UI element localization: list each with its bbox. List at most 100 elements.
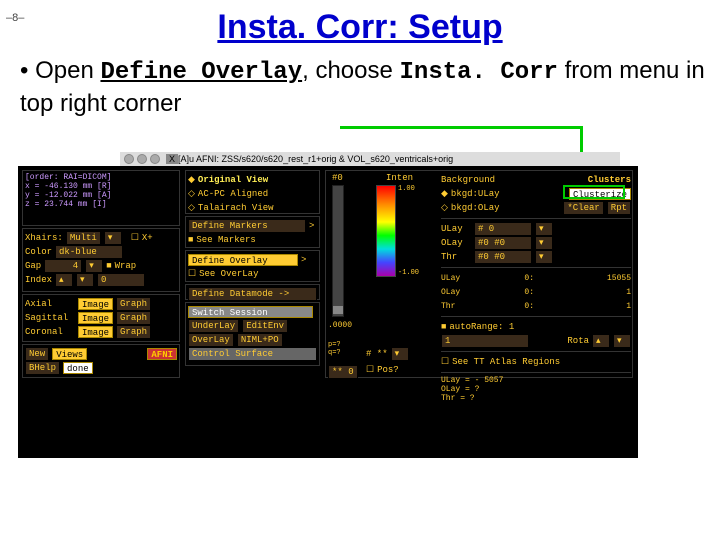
bhelp-btn[interactable]: BHelp: [25, 361, 60, 375]
window-titlebar: X [A]u AFNI: ZSS/s620/s620_rest_r1+orig …: [120, 152, 620, 166]
thr-lbl: Thr: [441, 252, 471, 262]
xplus-label: X+: [142, 233, 153, 243]
index-value[interactable]: 0: [97, 273, 145, 287]
olay-eq: OLay = ?: [441, 385, 631, 394]
define-overlay-btn[interactable]: Define Overlay: [188, 254, 298, 266]
sag-graph-btn[interactable]: Graph: [116, 311, 151, 325]
bg-label: Background: [441, 175, 495, 185]
color-label: Color: [25, 247, 52, 257]
gap-arrow[interactable]: ▾: [85, 259, 103, 273]
olay-sel[interactable]: #0 #0: [474, 236, 532, 250]
bullet-text: • Open Define Overlay, choose Insta. Cor…: [20, 55, 706, 119]
overlay-panel: Define Overlay > ☐See OverLay: [185, 250, 320, 282]
define-markers-btn[interactable]: Define Markers: [188, 219, 306, 233]
see-overlay[interactable]: See OverLay: [199, 269, 258, 279]
nimlpo-btn[interactable]: NIML+PO: [237, 333, 283, 347]
autorange[interactable]: autoRange: 1: [449, 322, 514, 332]
afni-gui: [order: RAI=DICOM] x = -46.130 mm [R] y …: [18, 166, 638, 458]
x-coord: x = -46.130 mm [R]: [25, 182, 177, 191]
coords-panel: [order: RAI=DICOM] x = -46.130 mm [R] y …: [22, 170, 180, 226]
multi-btn[interactable]: Multi: [66, 231, 101, 245]
gap-value[interactable]: 4: [44, 259, 82, 273]
orig-view[interactable]: Original View: [198, 175, 268, 185]
thr-slider[interactable]: [332, 185, 344, 317]
rpt-btn[interactable]: Rpt: [607, 201, 631, 215]
range-field[interactable]: 1: [441, 334, 529, 348]
window-x-icon: X: [166, 154, 178, 164]
xhairs-panel: Xhairs: Multi ▾ ☐ X+ Color dk-blue Gap 4…: [22, 228, 180, 292]
atlas-label[interactable]: See TT Atlas Regions: [452, 357, 560, 367]
sharp0-label: #0: [332, 173, 343, 183]
hash-label: # **: [366, 349, 388, 359]
see-markers[interactable]: See Markers: [196, 235, 255, 245]
editenv-btn[interactable]: EditEnv: [242, 319, 288, 333]
define-overlay-term: Define Overlay: [100, 59, 302, 86]
arrow-dn-icon[interactable]: ▾: [104, 231, 122, 245]
n10000: .0000: [328, 321, 352, 330]
colorbar-top: 1.00: [398, 185, 415, 193]
clusters-label: Clusters: [588, 175, 631, 185]
sag-image-btn[interactable]: Image: [78, 312, 113, 324]
axial-label: Axial: [25, 299, 75, 309]
sagittal-label: Sagittal: [25, 313, 75, 323]
bkgd-ulay[interactable]: bkgd:ULay: [451, 189, 500, 199]
bkgd-olay[interactable]: bkgd:OLay: [451, 203, 500, 213]
overlay-def-panel: #0 Inten 1.00 -1.00 .0000 p=? q=? ** 0 #…: [325, 170, 633, 378]
colorbar: [376, 185, 396, 277]
view-panel: Axial Image Graph Sagittal Image Graph C…: [22, 294, 180, 342]
tlrc-view[interactable]: Talairach View: [198, 203, 274, 213]
clear-btn[interactable]: *Clear: [563, 201, 603, 215]
pq-text: p=? q=?: [328, 341, 341, 357]
max-dot: [150, 154, 160, 164]
afni-logo: AFNI: [147, 348, 177, 360]
z0-btn[interactable]: ** 0: [328, 365, 358, 379]
ctrlsurf-btn[interactable]: Control Surface: [188, 347, 317, 361]
y-coord: y = -12.022 mm [A]: [25, 191, 177, 200]
views-btn[interactable]: Views: [52, 348, 87, 360]
slide-title: Insta. Corr: Setup: [0, 8, 720, 47]
window-dots: [124, 154, 160, 164]
gap-label: Gap: [25, 261, 41, 271]
acpc-view[interactable]: AC-PC Aligned: [198, 189, 268, 199]
z-coord: z = 23.744 mm [I]: [25, 200, 177, 209]
idx-up[interactable]: ▴: [55, 273, 73, 287]
thr-sel[interactable]: #0 #0: [474, 250, 532, 264]
pos-label[interactable]: Pos?: [377, 365, 399, 375]
idx-dn[interactable]: ▾: [76, 273, 94, 287]
n15055: 15055: [607, 274, 631, 283]
inten-label: Inten: [386, 173, 413, 183]
olay-lbl: OLay: [441, 238, 471, 248]
ulay-eq: ULay = - 5057: [441, 376, 631, 385]
datamode-panel: Define Datamode ->: [185, 284, 320, 300]
arrow-horizontal: [340, 126, 583, 129]
axial-image-btn[interactable]: Image: [78, 298, 113, 310]
markers-panel: Define Markers > ■See Markers: [185, 216, 320, 248]
min-dot: [137, 154, 147, 164]
index-label: Index: [25, 275, 52, 285]
close-dot: [124, 154, 134, 164]
coronal-label: Coronal: [25, 327, 75, 337]
axial-graph-btn[interactable]: Graph: [116, 297, 151, 311]
dkblue-btn[interactable]: dk-blue: [55, 245, 123, 259]
switch-session-btn[interactable]: Switch Session: [188, 306, 313, 318]
done-btn[interactable]: done: [63, 362, 93, 374]
rota-label: Rota: [567, 336, 589, 346]
overlay-btn[interactable]: OverLay: [188, 333, 234, 347]
thr-eq: Thr = ?: [441, 394, 631, 403]
session-panel: Switch Session UnderLay EditEnv OverLay …: [185, 302, 320, 366]
ulay-sel[interactable]: # 0: [474, 222, 532, 236]
colorbar-bot: -1.00: [398, 269, 419, 277]
page-number: –8–: [6, 12, 24, 24]
order-label: [order: RAI=DICOM]: [25, 173, 177, 182]
bottom-left-panel: New Views AFNI BHelp done: [22, 344, 180, 378]
ulay-lbl: ULay: [441, 224, 471, 234]
datamode-btn[interactable]: Define Datamode ->: [188, 287, 317, 301]
underlay-btn[interactable]: UnderLay: [188, 319, 239, 333]
cor-image-btn[interactable]: Image: [78, 326, 113, 338]
window-title-text: [A]u AFNI: ZSS/s620/s620_rest_r1+orig & …: [178, 154, 453, 164]
clusterize-highlight: [563, 185, 625, 199]
new-btn[interactable]: New: [25, 347, 49, 361]
cor-graph-btn[interactable]: Graph: [116, 325, 151, 339]
wrap-label: Wrap: [115, 261, 137, 271]
diamond-icon[interactable]: ◆: [188, 175, 195, 185]
